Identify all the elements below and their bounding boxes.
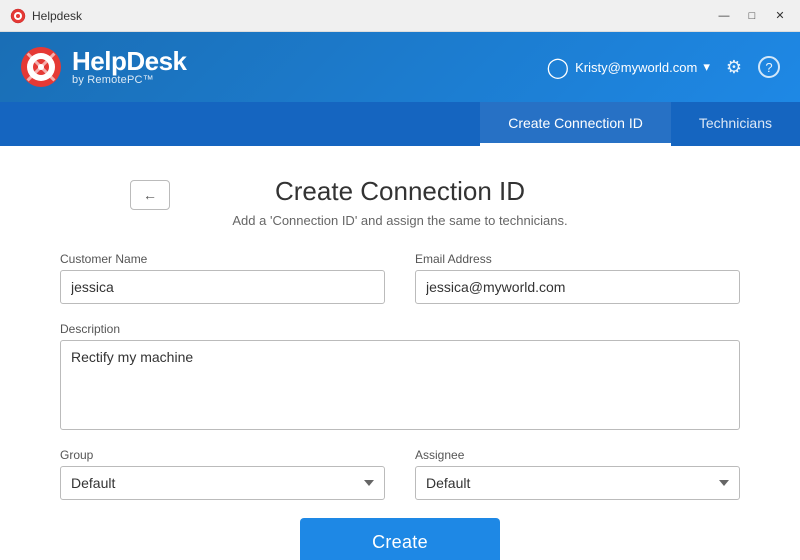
user-icon: ◯ [547,55,569,80]
nav-label-create-connection: Create Connection ID [508,115,643,131]
user-menu[interactable]: ◯ Kristy@myworld.com ▾ [547,55,710,80]
nav-label-technicians: Technicians [699,115,772,131]
form-group-customer-name: Customer Name [60,252,385,304]
minimize-button[interactable]: — [714,6,734,26]
form-row-description: Description [60,322,740,430]
help-icon[interactable]: ? [758,56,780,78]
form-subtitle: Add a 'Connection ID' and assign the sam… [60,213,740,228]
window-title-bar: Helpdesk [10,8,82,24]
customer-name-input[interactable] [60,270,385,304]
assignee-select[interactable]: Default Assignee 1 Assignee 2 [415,466,740,500]
logo-main: HelpDesk [72,48,187,74]
form-header-row: ← Create Connection ID Add a 'Connection… [60,176,740,228]
window-chrome: Helpdesk — □ ✕ [0,0,800,32]
form-group-description: Description [60,322,740,430]
group-select[interactable]: Default Group 1 Group 2 [60,466,385,500]
dropdown-arrow-icon: ▾ [703,59,710,75]
description-textarea[interactable] [60,340,740,430]
settings-icon[interactable]: ⚙ [726,57,742,78]
back-button[interactable]: ← [130,180,170,210]
email-label: Email Address [415,252,740,266]
customer-name-label: Customer Name [60,252,385,266]
main-content: ← Create Connection ID Add a 'Connection… [0,146,800,560]
form-row-customer: Customer Name Email Address [60,252,740,304]
form-row-group-assignee: Group Default Group 1 Group 2 Assignee D… [60,448,740,500]
app-header: HelpDesk by RemotePC™ ◯ Kristy@myworld.c… [0,32,800,102]
header-right: ◯ Kristy@myworld.com ▾ ⚙ ? [547,55,780,80]
nav-item-technicians[interactable]: Technicians [671,102,800,146]
maximize-button[interactable]: □ [742,6,762,26]
logo-area: HelpDesk by RemotePC™ [20,46,187,88]
group-label: Group [60,448,385,462]
logo-text: HelpDesk by RemotePC™ [72,48,187,86]
form-group-email: Email Address [415,252,740,304]
close-button[interactable]: ✕ [770,6,790,26]
helpdesk-logo-icon [20,46,62,88]
create-button[interactable]: Create [300,518,500,560]
description-label: Description [60,322,740,336]
app-title: Helpdesk [32,9,82,23]
email-input[interactable] [415,270,740,304]
app-icon [10,8,26,24]
window-controls[interactable]: — □ ✕ [714,6,790,26]
form-group-assignee: Assignee Default Assignee 1 Assignee 2 [415,448,740,500]
user-email: Kristy@myworld.com [575,60,697,75]
logo-sub: by RemotePC™ [72,74,187,86]
form-group-group: Group Default Group 1 Group 2 [60,448,385,500]
nav-item-create-connection[interactable]: Create Connection ID [480,102,671,146]
nav-bar: Create Connection ID Technicians [0,102,800,146]
assignee-label: Assignee [415,448,740,462]
